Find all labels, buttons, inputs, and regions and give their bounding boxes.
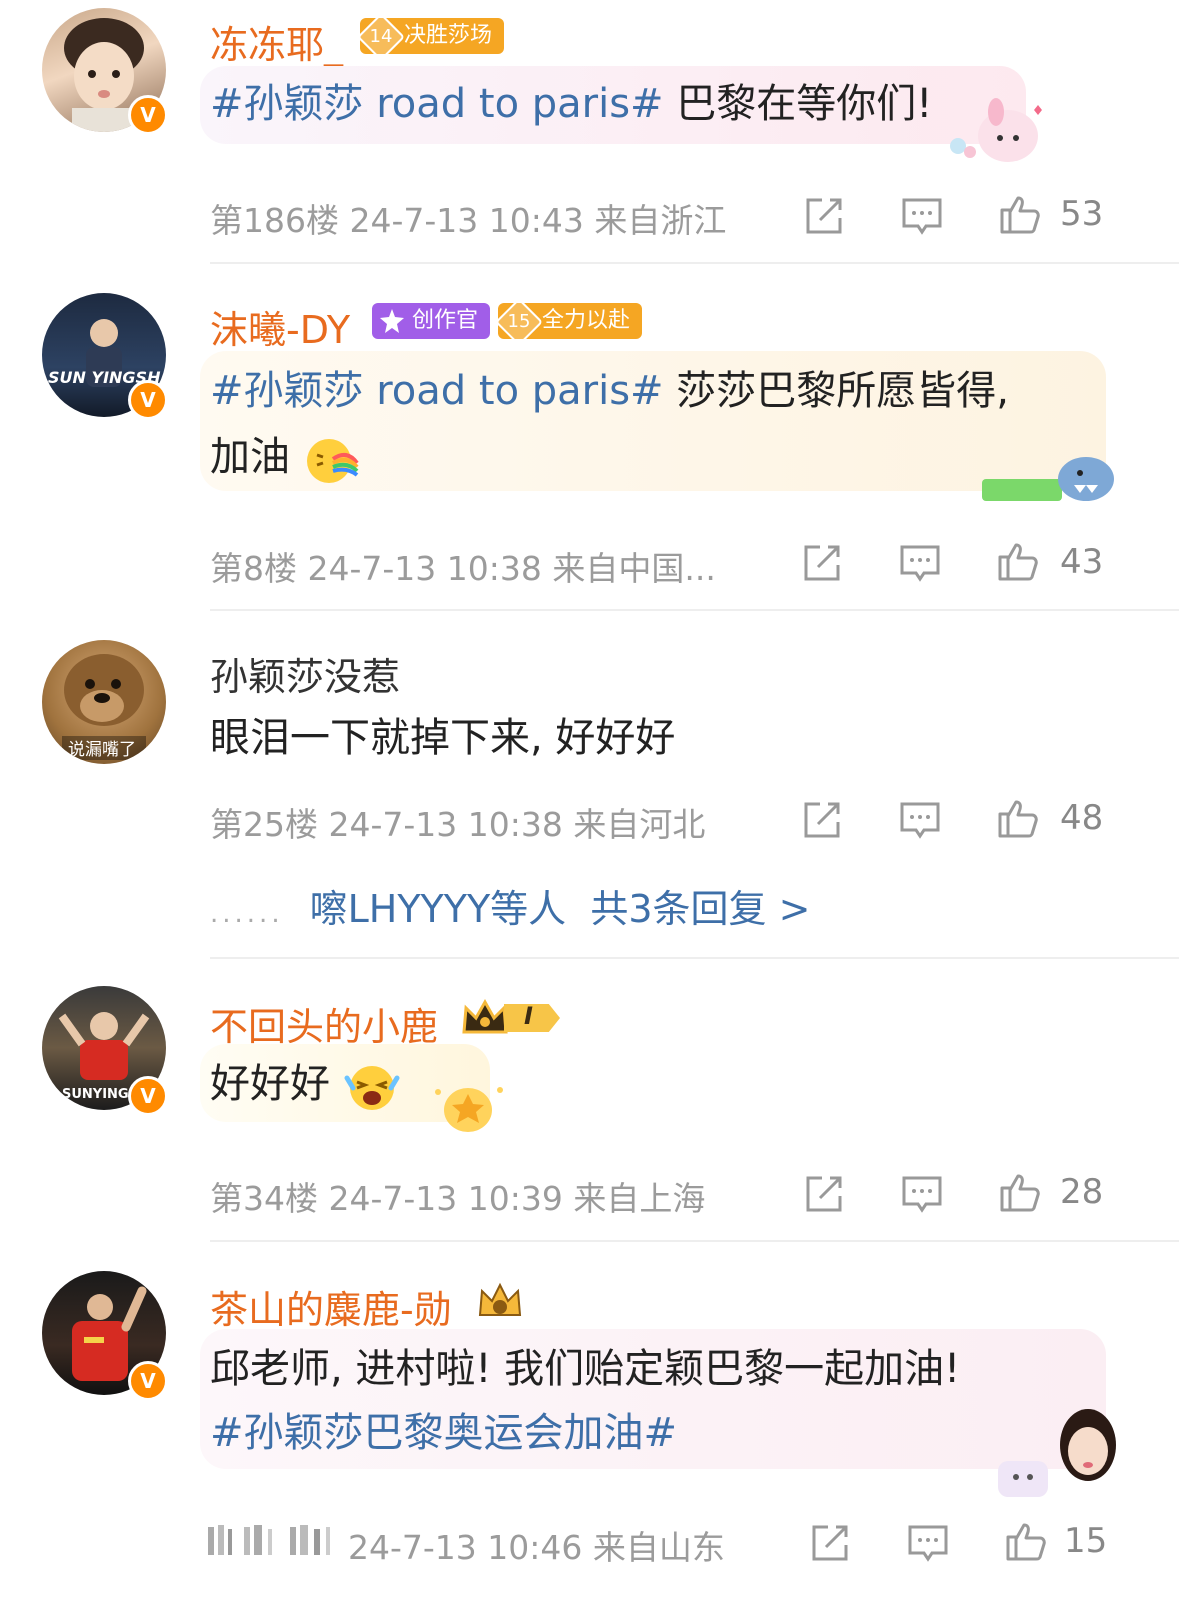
username[interactable]: 茶山的麋鹿-勋 <box>210 1279 452 1334</box>
reply-dots: ...... <box>210 899 284 929</box>
comment-meta: 24-7-13 10:46 来自山东 <box>348 1528 725 1567</box>
comment-meta: 第8楼 24-7-13 10:38 来自中国... <box>210 549 716 588</box>
comment-icon[interactable] <box>900 194 944 238</box>
like-count: 43 <box>1060 542 1104 582</box>
rainbow-emoji-icon <box>306 439 359 483</box>
like-count: 48 <box>1060 798 1104 838</box>
topic-link[interactable]: #孙颖莎巴黎奥运会加油# <box>210 1401 677 1465</box>
comment-2: SUN YINGSHA V 沫曦-DY 创作官 15 全力以赴 #孙颖莎 roa… <box>0 265 1179 611</box>
username[interactable]: 不回头的小鹿 <box>210 996 438 1051</box>
like-icon[interactable] <box>998 192 1042 236</box>
share-icon[interactable] <box>808 1521 852 1565</box>
verified-icon: V <box>128 1361 168 1401</box>
svg-text:SUNYINGS: SUNYINGS <box>62 1087 138 1102</box>
share-icon[interactable] <box>802 194 846 238</box>
username[interactable]: 孙颖莎没惹 <box>210 646 400 701</box>
laughing-emoji-icon <box>344 1066 400 1110</box>
comment-meta: 第25楼 24-7-13 10:38 来自河北 <box>210 805 706 844</box>
share-icon[interactable] <box>800 541 844 585</box>
avatar[interactable]: 说漏嘴了 <box>42 640 166 764</box>
comment-text: 好好好 <box>210 1052 401 1116</box>
fan-badge[interactable]: 15 全力以赴 <box>494 297 643 347</box>
comment-text: 眼泪一下就掉下来, 好好好 <box>210 715 676 761</box>
comment-icon[interactable] <box>898 541 942 585</box>
star-medal-icon <box>435 1087 503 1132</box>
verified-icon: V <box>128 1076 168 1116</box>
like-count: 28 <box>1060 1172 1104 1212</box>
topic-link[interactable]: #孙颖莎 road to paris# <box>210 81 664 127</box>
comment-4: SUNYINGS V 不回头的小鹿 I 好好好 第34楼 24-7-13 10:… <box>0 958 1179 1243</box>
floor-label-redacted <box>208 1525 330 1555</box>
share-icon[interactable] <box>800 798 844 842</box>
portrait-sticker-icon <box>998 1409 1116 1497</box>
comment-text-line2: 加油 <box>210 425 359 489</box>
svg-text:说漏嘴了: 说漏嘴了 <box>68 740 136 760</box>
comment-meta: 第34楼 24-7-13 10:39 来自上海 <box>210 1179 706 1218</box>
divider <box>210 1240 1179 1242</box>
comment-icon[interactable] <box>898 798 942 842</box>
like-icon[interactable] <box>996 796 1040 840</box>
fan-badge[interactable]: 14 决胜莎场 <box>356 12 505 62</box>
comment-5: V 茶山的麋鹿-勋 邱老师, 进村啦! 我们贻定颖巴黎一起加油! #孙颖莎巴黎奥… <box>0 1243 1179 1616</box>
like-icon[interactable] <box>1004 1519 1048 1563</box>
comment-icon[interactable] <box>906 1521 950 1565</box>
verified-icon: V <box>128 95 168 135</box>
comment-icon[interactable] <box>900 1172 944 1216</box>
comment-meta: 第186楼 24-7-13 10:43 来自浙江 <box>210 201 727 240</box>
verified-icon: V <box>128 380 168 420</box>
replies-link[interactable]: ...... 嚓LHYYYY等人 共3条回复 > <box>210 878 810 933</box>
like-icon[interactable] <box>996 539 1040 583</box>
divider <box>210 262 1179 264</box>
like-count: 15 <box>1064 1521 1108 1561</box>
like-icon[interactable] <box>998 1170 1042 1214</box>
topic-link[interactable]: #孙颖莎 road to paris# <box>210 368 664 414</box>
like-count: 53 <box>1060 194 1104 234</box>
comment-3: 说漏嘴了 孙颖莎没惹 眼泪一下就掉下来, 好好好 第25楼 24-7-13 10… <box>0 610 1179 959</box>
fan-level-icon: 15 <box>494 297 544 347</box>
username[interactable]: 沫曦-DY <box>210 299 350 354</box>
creator-icon <box>380 309 404 333</box>
comment-text: #孙颖莎 road to paris# 巴黎在等你们! <box>210 81 933 127</box>
crown-medal-icon <box>478 1282 522 1316</box>
rank-badge[interactable]: I <box>460 998 570 1038</box>
creator-badge[interactable]: 创作官 <box>372 303 491 339</box>
username[interactable]: 冻冻耶_ <box>210 14 343 69</box>
shark-sticker-icon <box>982 457 1114 501</box>
share-icon[interactable] <box>802 1172 846 1216</box>
comment-text: 邱老师, 进村啦! 我们贻定颖巴黎一起加油! <box>210 1346 961 1392</box>
crown-icon <box>462 998 508 1034</box>
comment-1: V 冻冻耶_ 14 决胜莎场 #孙颖莎 road to paris# 巴黎在等你… <box>0 0 1179 265</box>
comment-text: #孙颖莎 road to paris# 莎莎巴黎所愿皆得, <box>210 368 1010 414</box>
fan-level-icon: 14 <box>356 12 406 62</box>
rank-level: I <box>524 1002 533 1030</box>
sticker-icon <box>950 98 1042 162</box>
